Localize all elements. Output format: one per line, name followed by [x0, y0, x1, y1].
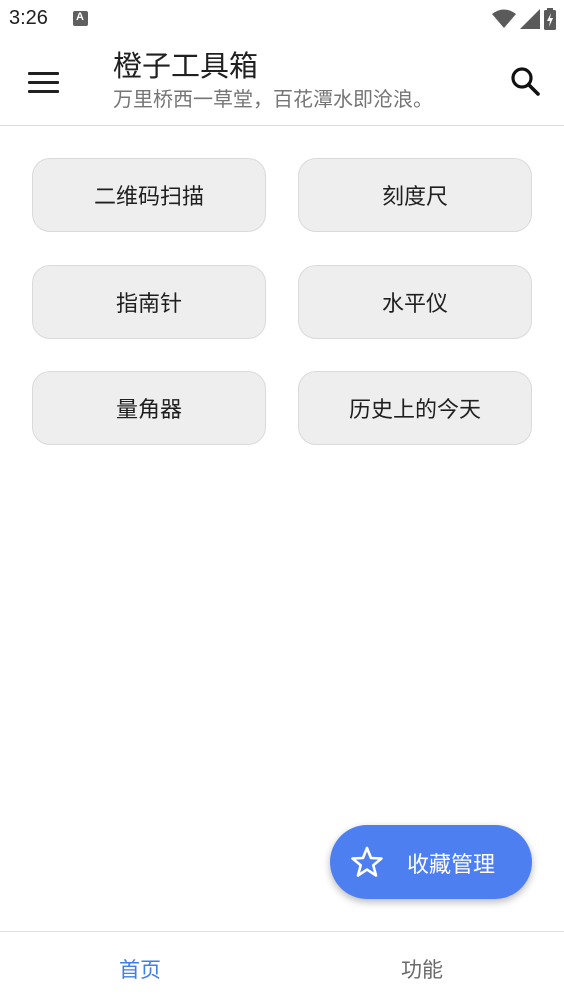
notification-a-label: A — [76, 11, 84, 23]
status-time: 3:26 — [9, 7, 48, 29]
star-outline-icon — [351, 846, 383, 877]
nav-item-functions[interactable]: 功能 — [401, 954, 443, 984]
notification-a-icon: A — [73, 11, 88, 26]
tool-level-button[interactable]: 水平仪 — [298, 265, 532, 339]
signal-icon — [520, 9, 540, 29]
bottom-nav: 首页 功能 — [0, 931, 564, 1002]
app-subtitle: 万里桥西一草堂，百花潭水即沧浪。 — [113, 87, 433, 111]
tool-protractor-button[interactable]: 量角器 — [32, 371, 266, 445]
app-bar: 橙子工具箱 万里桥西一草堂，百花潭水即沧浪。 — [0, 38, 564, 126]
search-button[interactable] — [508, 64, 544, 100]
app-titles: 橙子工具箱 万里桥西一草堂，百花潭水即沧浪。 — [113, 48, 433, 114]
tool-ruler-button[interactable]: 刻度尺 — [298, 158, 532, 232]
tool-qrcode-scan-button[interactable]: 二维码扫描 — [32, 158, 266, 232]
wifi-icon — [492, 9, 516, 28]
search-icon — [511, 67, 540, 96]
battery-icon — [544, 8, 556, 30]
tool-today-in-history-button[interactable]: 历史上的今天 — [298, 371, 532, 445]
favorites-manage-fab[interactable]: 收藏管理 — [330, 825, 532, 899]
app-title: 橙子工具箱 — [113, 49, 259, 83]
status-icons — [492, 7, 556, 31]
fab-label: 收藏管理 — [407, 853, 496, 878]
nav-item-home[interactable]: 首页 — [119, 954, 161, 984]
status-bar: 3:26 A — [0, 0, 564, 38]
tool-compass-button[interactable]: 指南针 — [32, 265, 266, 339]
menu-button[interactable] — [28, 68, 60, 94]
